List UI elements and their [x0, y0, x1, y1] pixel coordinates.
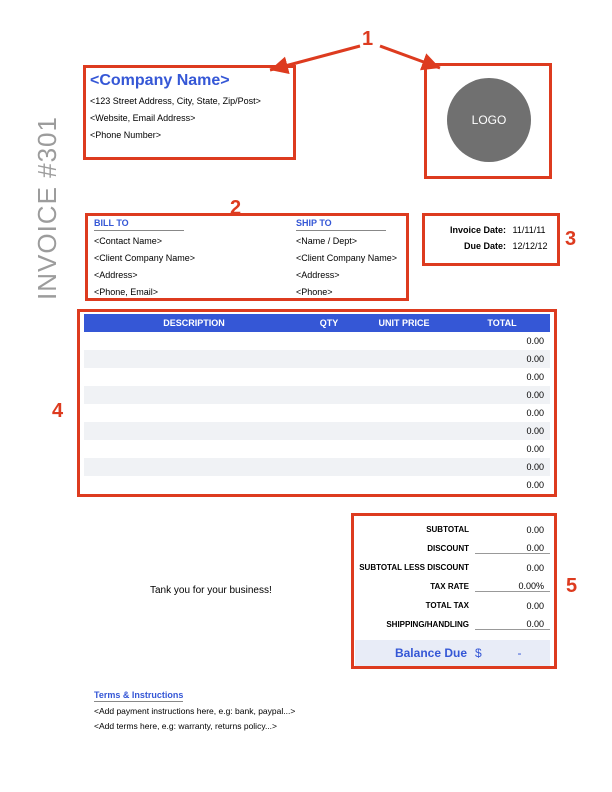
table-row: 0.00 — [84, 386, 550, 404]
bill-to-block: BILL TO <Contact Name> <Client Company N… — [94, 218, 234, 304]
ship-to-name-dept: <Name / Dept> — [296, 236, 436, 246]
total-tax-value: 0.00 — [475, 601, 550, 611]
balance-due-label: Balance Due — [355, 646, 475, 660]
ship-to-address: <Address> — [296, 270, 436, 280]
table-row: 0.00 — [84, 476, 550, 494]
discount-value: 0.00 — [475, 543, 550, 554]
dates-block: Invoice Date: 11/11/11 Due Date: 12/12/1… — [438, 225, 558, 257]
table-row: 0.00 — [84, 404, 550, 422]
terms-payment: <Add payment instructions here, e.g: ban… — [94, 706, 444, 716]
bill-to-company: <Client Company Name> — [94, 253, 234, 263]
company-info-block: <Company Name> <123 Street Address, City… — [90, 72, 290, 147]
bill-to-phone-email: <Phone, Email> — [94, 287, 234, 297]
balance-due-value: - — [495, 646, 550, 660]
totals-block: SUBTOTAL0.00 DISCOUNT0.00 SUBTOTAL LESS … — [355, 520, 550, 666]
line-items-table: DESCRIPTION QTY UNIT PRICE TOTAL 0.00 0.… — [84, 314, 550, 494]
company-phone: <Phone Number> — [90, 130, 290, 140]
balance-due-currency: $ — [475, 646, 495, 660]
subtotal-less-value: 0.00 — [475, 563, 550, 573]
discount-label: DISCOUNT — [355, 544, 475, 553]
callout-arrow-right — [370, 40, 470, 80]
shipping-value: 0.00 — [475, 619, 550, 630]
table-row: 0.00 — [84, 440, 550, 458]
due-date-label: Due Date: — [438, 241, 510, 251]
table-row: 0.00 — [84, 368, 550, 386]
invoice-date-label: Invoice Date: — [438, 225, 510, 235]
invoice-number-title: INVOICE #301 — [32, 116, 63, 300]
logo-placeholder: LOGO — [447, 78, 531, 162]
subtotal-less-label: SUBTOTAL LESS DISCOUNT — [355, 563, 475, 572]
company-name: <Company Name> — [90, 72, 290, 90]
ship-to-header: SHIP TO — [296, 218, 386, 231]
ship-to-block: SHIP TO <Name / Dept> <Client Company Na… — [296, 218, 436, 304]
callout-number-2: 2 — [230, 197, 241, 220]
thank-you-text: Tank you for your business! — [150, 585, 272, 596]
bill-to-contact: <Contact Name> — [94, 236, 234, 246]
subtotal-label: SUBTOTAL — [355, 525, 475, 534]
table-row: 0.00 — [84, 332, 550, 350]
col-description: DESCRIPTION — [84, 314, 304, 332]
table-row: 0.00 — [84, 350, 550, 368]
bill-to-header: BILL TO — [94, 218, 184, 231]
subtotal-value: 0.00 — [475, 525, 550, 535]
table-row: 0.00 — [84, 422, 550, 440]
ship-to-company: <Client Company Name> — [296, 253, 436, 263]
terms-header: Terms & Instructions — [94, 690, 183, 702]
callout-number-4: 4 — [52, 400, 63, 423]
total-tax-label: TOTAL TAX — [355, 601, 475, 610]
col-unit-price: UNIT PRICE — [354, 314, 454, 332]
col-qty: QTY — [304, 314, 354, 332]
col-total: TOTAL — [454, 314, 550, 332]
due-date-value: 12/12/12 — [513, 241, 548, 251]
company-address: <123 Street Address, City, State, Zip/Po… — [90, 96, 290, 106]
company-web-email: <Website, Email Address> — [90, 113, 290, 123]
shipping-label: SHIPPING/HANDLING — [355, 620, 475, 629]
callout-number-3: 3 — [565, 228, 576, 251]
table-row: 0.00 — [84, 458, 550, 476]
terms-other: <Add terms here, e.g: warranty, returns … — [94, 721, 444, 731]
tax-rate-label: TAX RATE — [355, 582, 475, 591]
tax-rate-value: 0.00% — [475, 581, 550, 592]
terms-block: Terms & Instructions <Add payment instru… — [94, 690, 444, 736]
invoice-date-value: 11/11/11 — [513, 225, 546, 235]
balance-due-row: Balance Due $ - — [355, 640, 550, 666]
ship-to-phone: <Phone> — [296, 287, 436, 297]
bill-to-address: <Address> — [94, 270, 234, 280]
callout-number-5: 5 — [566, 575, 577, 598]
